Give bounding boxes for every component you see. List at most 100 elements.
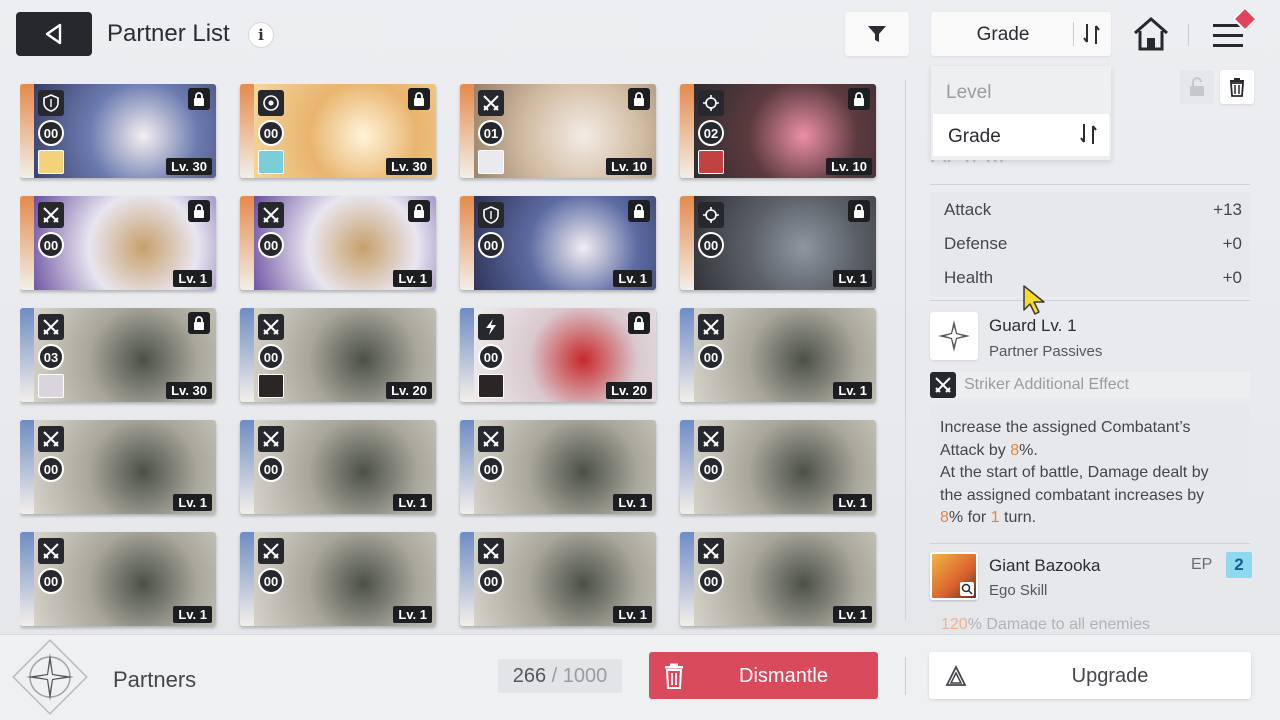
partner-card[interactable]: 00 Lv. 1: [240, 196, 436, 290]
sort-label: Grade: [976, 24, 1030, 45]
unlock-icon: [1190, 77, 1204, 96]
skill-name: Guard Lv. 1: [989, 316, 1077, 335]
sort-option-level[interactable]: Level: [931, 70, 1111, 112]
filter-button[interactable]: [845, 12, 909, 56]
partner-number: 00: [698, 456, 724, 482]
stat-value: +13: [1213, 200, 1242, 219]
partner-level: Lv. 1: [173, 270, 212, 287]
desc-line: the assigned combatant increases by: [940, 486, 1205, 504]
swords-icon: [38, 202, 64, 228]
partner-card[interactable]: 00 Lv. 1: [240, 420, 436, 514]
partner-card[interactable]: 00 Lv. 20: [460, 308, 656, 402]
partner-level: Lv. 1: [393, 270, 432, 287]
swords-icon: [38, 538, 64, 564]
partner-card[interactable]: 00 Lv. 1: [460, 196, 656, 290]
swords-icon: [258, 538, 284, 564]
partner-level: Lv. 1: [393, 606, 432, 623]
trash-icon: [1230, 78, 1244, 97]
funnel-icon: [868, 26, 886, 42]
partner-card[interactable]: 00 Lv. 20: [240, 308, 436, 402]
ego-skill-icon[interactable]: [930, 552, 978, 600]
lock-icon: [408, 200, 430, 222]
skill-type: Partner Passives: [989, 343, 1103, 360]
upgrade-button[interactable]: Upgrade: [929, 652, 1251, 699]
partner-card[interactable]: 03 Lv. 30: [20, 308, 216, 402]
home-icon[interactable]: [1131, 16, 1171, 52]
desc-highlight: 8: [940, 509, 949, 526]
partner-card[interactable]: 00 Lv. 30: [20, 84, 216, 178]
page-title: Partner List: [107, 20, 230, 47]
info-icon[interactable]: i: [249, 23, 273, 47]
partner-number: 00: [698, 568, 724, 594]
partner-card[interactable]: 00 Lv. 1: [460, 532, 656, 626]
partner-level: Lv. 1: [613, 270, 652, 287]
count-total: 1000: [562, 665, 608, 687]
partner-card[interactable]: 00 Lv. 1: [460, 420, 656, 514]
partner-number: 00: [698, 232, 724, 258]
ep-value-badge: 2: [1226, 552, 1252, 578]
grade-stripe: [240, 420, 254, 514]
grade-stripe: [460, 420, 474, 514]
partner-level: Lv. 1: [833, 494, 872, 511]
partner-card[interactable]: 00 Lv. 1: [20, 196, 216, 290]
panel-divider: [905, 80, 906, 620]
partner-card[interactable]: 01 Lv. 10: [460, 84, 656, 178]
panel-separator: [930, 300, 1250, 301]
partner-card[interactable]: 00 Lv. 1: [680, 532, 876, 626]
partner-card[interactable]: 00 Lv. 1: [240, 532, 436, 626]
partner-number: 00: [258, 232, 284, 258]
partner-level: Lv. 30: [166, 382, 212, 399]
stat-label: Attack: [944, 200, 992, 219]
sort-option-grade[interactable]: Grade: [933, 114, 1109, 156]
swords-icon: [258, 426, 284, 452]
shield-icon: [38, 90, 64, 116]
partner-card[interactable]: 00 Lv. 1: [680, 308, 876, 402]
swords-icon: [38, 314, 64, 340]
lock-icon: [848, 88, 870, 110]
stat-row-attack: Attack +13: [944, 200, 1242, 224]
skill-icon-button[interactable]: [930, 312, 978, 360]
partner-number: 03: [38, 344, 64, 370]
partner-level: Lv. 20: [606, 382, 652, 399]
swords-icon: [258, 202, 284, 228]
swords-icon: [698, 314, 724, 340]
sort-dropdown[interactable]: Grade: [931, 12, 1111, 56]
sort-divider: [1073, 22, 1074, 46]
partner-card[interactable]: 00 Lv. 30: [240, 84, 436, 178]
lock-icon: [628, 312, 650, 334]
partner-card[interactable]: 02 Lv. 10: [680, 84, 876, 178]
partner-level: Lv. 10: [826, 158, 872, 175]
ego-skill-name: Giant Bazooka: [989, 556, 1101, 575]
partner-card[interactable]: 00 Lv. 1: [680, 420, 876, 514]
count-current: 266: [512, 665, 547, 687]
lock-icon: [188, 200, 210, 222]
partner-card[interactable]: 00 Lv. 1: [20, 532, 216, 626]
partner-grid: 00 Lv. 30 00 Lv. 30 01 Lv. 10 02 Lv. 10 00 Lv. 10…: [20, 84, 880, 632]
stat-label: Health: [944, 268, 994, 287]
dismantle-label: Dismantle: [739, 665, 828, 687]
swords-icon: [698, 538, 724, 564]
lock-icon: [188, 88, 210, 110]
dismantle-button[interactable]: Dismantle: [649, 652, 878, 699]
grade-stripe: [680, 84, 694, 178]
compass-star-icon: [938, 320, 970, 352]
back-button[interactable]: [16, 12, 92, 56]
partner-card[interactable]: 00 Lv. 1: [20, 420, 216, 514]
grade-stripe: [460, 532, 474, 626]
partner-number: 00: [258, 120, 284, 146]
swords-icon: [478, 90, 504, 116]
grade-stripe: [20, 308, 34, 402]
partners-emblem-icon: [12, 639, 88, 715]
partner-mini-avatar: [258, 374, 284, 398]
partner-card[interactable]: 00 Lv. 1: [680, 196, 876, 290]
sort-option-grade-label: Grade: [948, 126, 1001, 147]
section-label: Partners: [113, 667, 197, 692]
partner-mini-avatar: [478, 150, 504, 174]
sort-order-icon[interactable]: [1081, 21, 1103, 47]
desc-highlight: 8: [1010, 441, 1020, 459]
trash-button[interactable]: [1220, 70, 1254, 104]
grade-stripe: [240, 196, 254, 290]
stat-row-defense: Defense +0: [944, 234, 1242, 258]
partner-level: Lv. 1: [613, 494, 652, 511]
lock-toggle-button[interactable]: [1180, 70, 1214, 104]
